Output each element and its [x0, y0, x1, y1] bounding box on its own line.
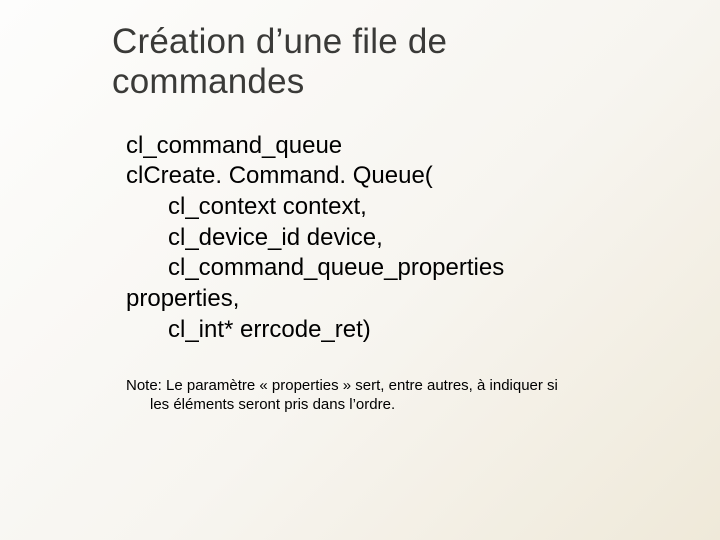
note-block: Note: Le paramètre « properties » sert, … — [126, 376, 646, 415]
code-line-2: clCreate. Command. Queue( — [126, 161, 660, 192]
code-line-3: cl_context context, — [126, 192, 660, 223]
slide: Création d’une file de commandes cl_comm… — [0, 0, 720, 540]
code-line-1: cl_command_queue — [126, 131, 660, 162]
code-line-6: properties, — [126, 284, 660, 315]
title-line-1: Création d’une file de — [112, 22, 447, 61]
code-line-5: cl_command_queue_properties — [126, 253, 660, 284]
note-line-1: Note: Le paramètre « properties » sert, … — [126, 376, 646, 396]
code-block: cl_command_queue clCreate. Command. Queu… — [126, 131, 660, 346]
code-line-4: cl_device_id device, — [126, 223, 660, 254]
note-line-2: les éléments seront pris dans l’ordre. — [126, 395, 646, 415]
title-line-2: commandes — [112, 62, 304, 101]
code-line-7: cl_int* errcode_ret) — [126, 315, 660, 346]
slide-title: Création d’une file de commandes — [112, 22, 660, 103]
